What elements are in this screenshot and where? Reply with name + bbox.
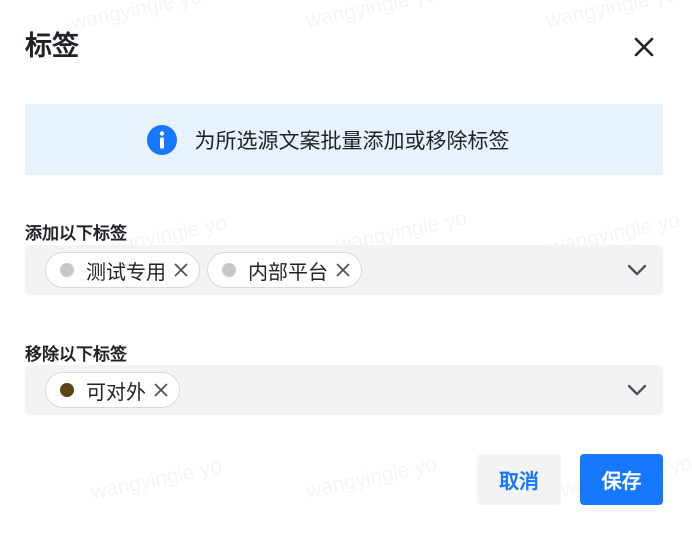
tag-chip: 测试专用 (45, 252, 200, 288)
tag-dialog: wangyingle yo wangyingle yo wangyingle y… (0, 0, 692, 534)
remove-tags-label: 移除以下标签 (25, 345, 127, 365)
close-icon (336, 263, 350, 277)
tag-label: 可对外 (86, 379, 146, 404)
close-icon (634, 37, 654, 57)
tag-chip: 内部平台 (207, 252, 362, 288)
dialog-title: 标签 (25, 31, 79, 62)
info-icon (146, 124, 177, 155)
watermark: wangyingle yo (544, 0, 679, 34)
close-button[interactable] (630, 33, 658, 61)
tag-label: 内部平台 (248, 259, 328, 284)
tag-label: 测试专用 (86, 259, 166, 284)
remove-tags-select[interactable]: 可对外 (25, 365, 663, 415)
tag-color-dot (60, 383, 74, 397)
add-tags-select[interactable]: 测试专用 内部平台 (25, 245, 663, 295)
remove-tag-button[interactable] (152, 381, 170, 399)
close-icon (154, 383, 168, 397)
tag-color-dot (60, 263, 74, 277)
info-banner: 为所选源文案批量添加或移除标签 (25, 104, 663, 175)
save-button[interactable]: 保存 (580, 454, 663, 505)
watermark: wangyingle yo (304, 0, 439, 34)
chevron-down-icon[interactable] (627, 381, 647, 399)
remove-tag-button[interactable] (172, 261, 190, 279)
add-tags-label: 添加以下标签 (25, 224, 127, 244)
watermark: wangyingle yo (89, 454, 224, 505)
remove-tag-button[interactable] (334, 261, 352, 279)
tag-color-dot (222, 263, 236, 277)
close-icon (174, 263, 188, 277)
info-text: 为所选源文案批量添加或移除标签 (194, 128, 510, 153)
watermark: wangyingle yo (304, 452, 439, 503)
watermark: wangyingle yo (69, 0, 204, 36)
cancel-button[interactable]: 取消 (477, 454, 561, 505)
chevron-down-icon[interactable] (627, 261, 647, 279)
tag-chip: 可对外 (45, 372, 180, 408)
